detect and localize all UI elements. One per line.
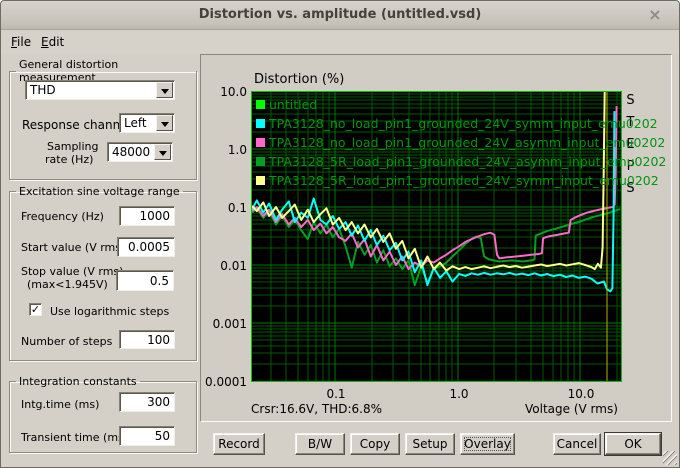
menu-edit[interactable]: Edit	[35, 33, 70, 50]
legend-label: untitled	[269, 97, 317, 112]
setup-button[interactable]: Setup	[405, 433, 455, 455]
sampling-rate-label-1: Sampling	[47, 140, 99, 153]
legend-item: untitled	[256, 95, 666, 114]
start-value-label: Start value (V rms)	[21, 241, 125, 254]
menu-bar: File Edit	[1, 30, 679, 53]
frequency-field[interactable]	[119, 206, 175, 226]
chart-legend: untitled TPA3128_no_load_pin1_grounded_2…	[256, 95, 666, 190]
number-of-steps-field[interactable]	[119, 330, 175, 349]
dropdown-arrow-icon	[161, 122, 169, 127]
start-value-field[interactable]	[117, 237, 175, 257]
legend-label: TPA3128_5R_load_pin1_grounded_24V_symm_i…	[269, 173, 659, 188]
sampling-rate-label-2: rate (Hz)	[45, 153, 93, 166]
group-excitation-title: Excitation sine voltage range	[16, 185, 183, 198]
measurement-type-combo[interactable]: THD	[25, 80, 175, 100]
legend-marker	[256, 100, 265, 109]
intg-time-field[interactable]	[119, 392, 175, 412]
stop-value-label: Stop value (V rms)	[21, 265, 123, 278]
y-tick-label: 0.0001	[203, 375, 247, 389]
overlay-button[interactable]: Overlay	[460, 433, 515, 455]
frequency-label: Frequency (Hz)	[21, 210, 104, 223]
log-steps-checkbox[interactable]: ✓	[29, 303, 42, 316]
x-tick-label: 1.0	[439, 387, 479, 401]
x-axis-label: Voltage (V rms)	[525, 402, 618, 416]
legend-marker	[256, 119, 265, 128]
sampling-rate-combo[interactable]: 48000	[107, 142, 173, 162]
window-title: Distortion vs. amplitude (untitled.vsd)	[1, 1, 679, 29]
transient-time-label: Transient time (ms)	[21, 431, 128, 444]
legend-item: TPA3128_5R_load_pin1_grounded_24V_asymm_…	[256, 152, 666, 171]
x-tick-label: 10.0	[561, 387, 601, 401]
group-integration-title: Integration constants	[16, 375, 140, 388]
resize-grip[interactable]	[663, 451, 677, 465]
legend-item: TPA3128_no_load_pin1_grounded_24V_symm_i…	[256, 114, 666, 133]
measurement-type-value: THD	[30, 83, 56, 97]
legend-label: TPA3128_5R_load_pin1_grounded_24V_asymm_…	[269, 154, 666, 169]
legend-item: TPA3128_5R_load_pin1_grounded_24V_symm_i…	[256, 171, 666, 190]
chart-title: Distortion (%)	[254, 72, 344, 87]
y-tick-label: 0.1	[203, 201, 247, 215]
legend-marker	[256, 157, 265, 166]
menu-file[interactable]: File	[5, 33, 37, 50]
title-bar[interactable]: Distortion vs. amplitude (untitled.vsd) …	[1, 1, 679, 30]
legend-item: TPA3128_no_load_pin1_grounded_24V_asymm_…	[256, 133, 666, 152]
number-of-steps-label: Number of steps	[21, 335, 112, 348]
legend-marker	[256, 176, 265, 185]
response-channel-combo[interactable]: Left	[119, 113, 175, 133]
ok-button[interactable]: OK	[605, 433, 661, 455]
legend-label: TPA3128_no_load_pin1_grounded_24V_asymm_…	[269, 135, 665, 150]
cursor-readout: Crsr:16.6V, THD:6.8%	[251, 402, 382, 416]
y-tick-label: 1.0	[203, 143, 247, 157]
bw-button[interactable]: B/W	[295, 433, 345, 455]
y-tick-label: 10.0	[203, 85, 247, 99]
y-tick-label: 0.001	[203, 317, 247, 331]
cancel-button[interactable]: Cancel	[553, 433, 601, 455]
response-channel-label: Response channel	[22, 118, 131, 132]
dropdown-arrow-icon	[161, 89, 169, 94]
response-channel-value: Left	[124, 116, 147, 130]
legend-marker	[256, 138, 265, 147]
record-button[interactable]: Record	[213, 433, 265, 455]
checkbox-check-icon: ✓	[31, 303, 40, 316]
copy-button[interactable]: Copy	[350, 433, 400, 455]
transient-time-field[interactable]	[119, 426, 175, 446]
y-tick-label: 0.01	[203, 259, 247, 273]
x-tick-label: 0.1	[316, 387, 356, 401]
log-steps-label: Use logarithmic steps	[50, 305, 169, 318]
legend-label: TPA3128_no_load_pin1_grounded_24V_symm_i…	[269, 116, 658, 131]
intg-time-label: Intg.time (ms)	[21, 398, 99, 411]
sampling-rate-value: 48000	[112, 145, 150, 159]
stop-value-note: (max<1.945V)	[27, 278, 108, 291]
distortion-dialog: Distortion vs. amplitude (untitled.vsd) …	[0, 0, 680, 468]
close-icon[interactable]: ×	[645, 5, 665, 25]
stop-value-field[interactable]	[116, 270, 174, 291]
dropdown-arrow-icon	[159, 151, 167, 156]
